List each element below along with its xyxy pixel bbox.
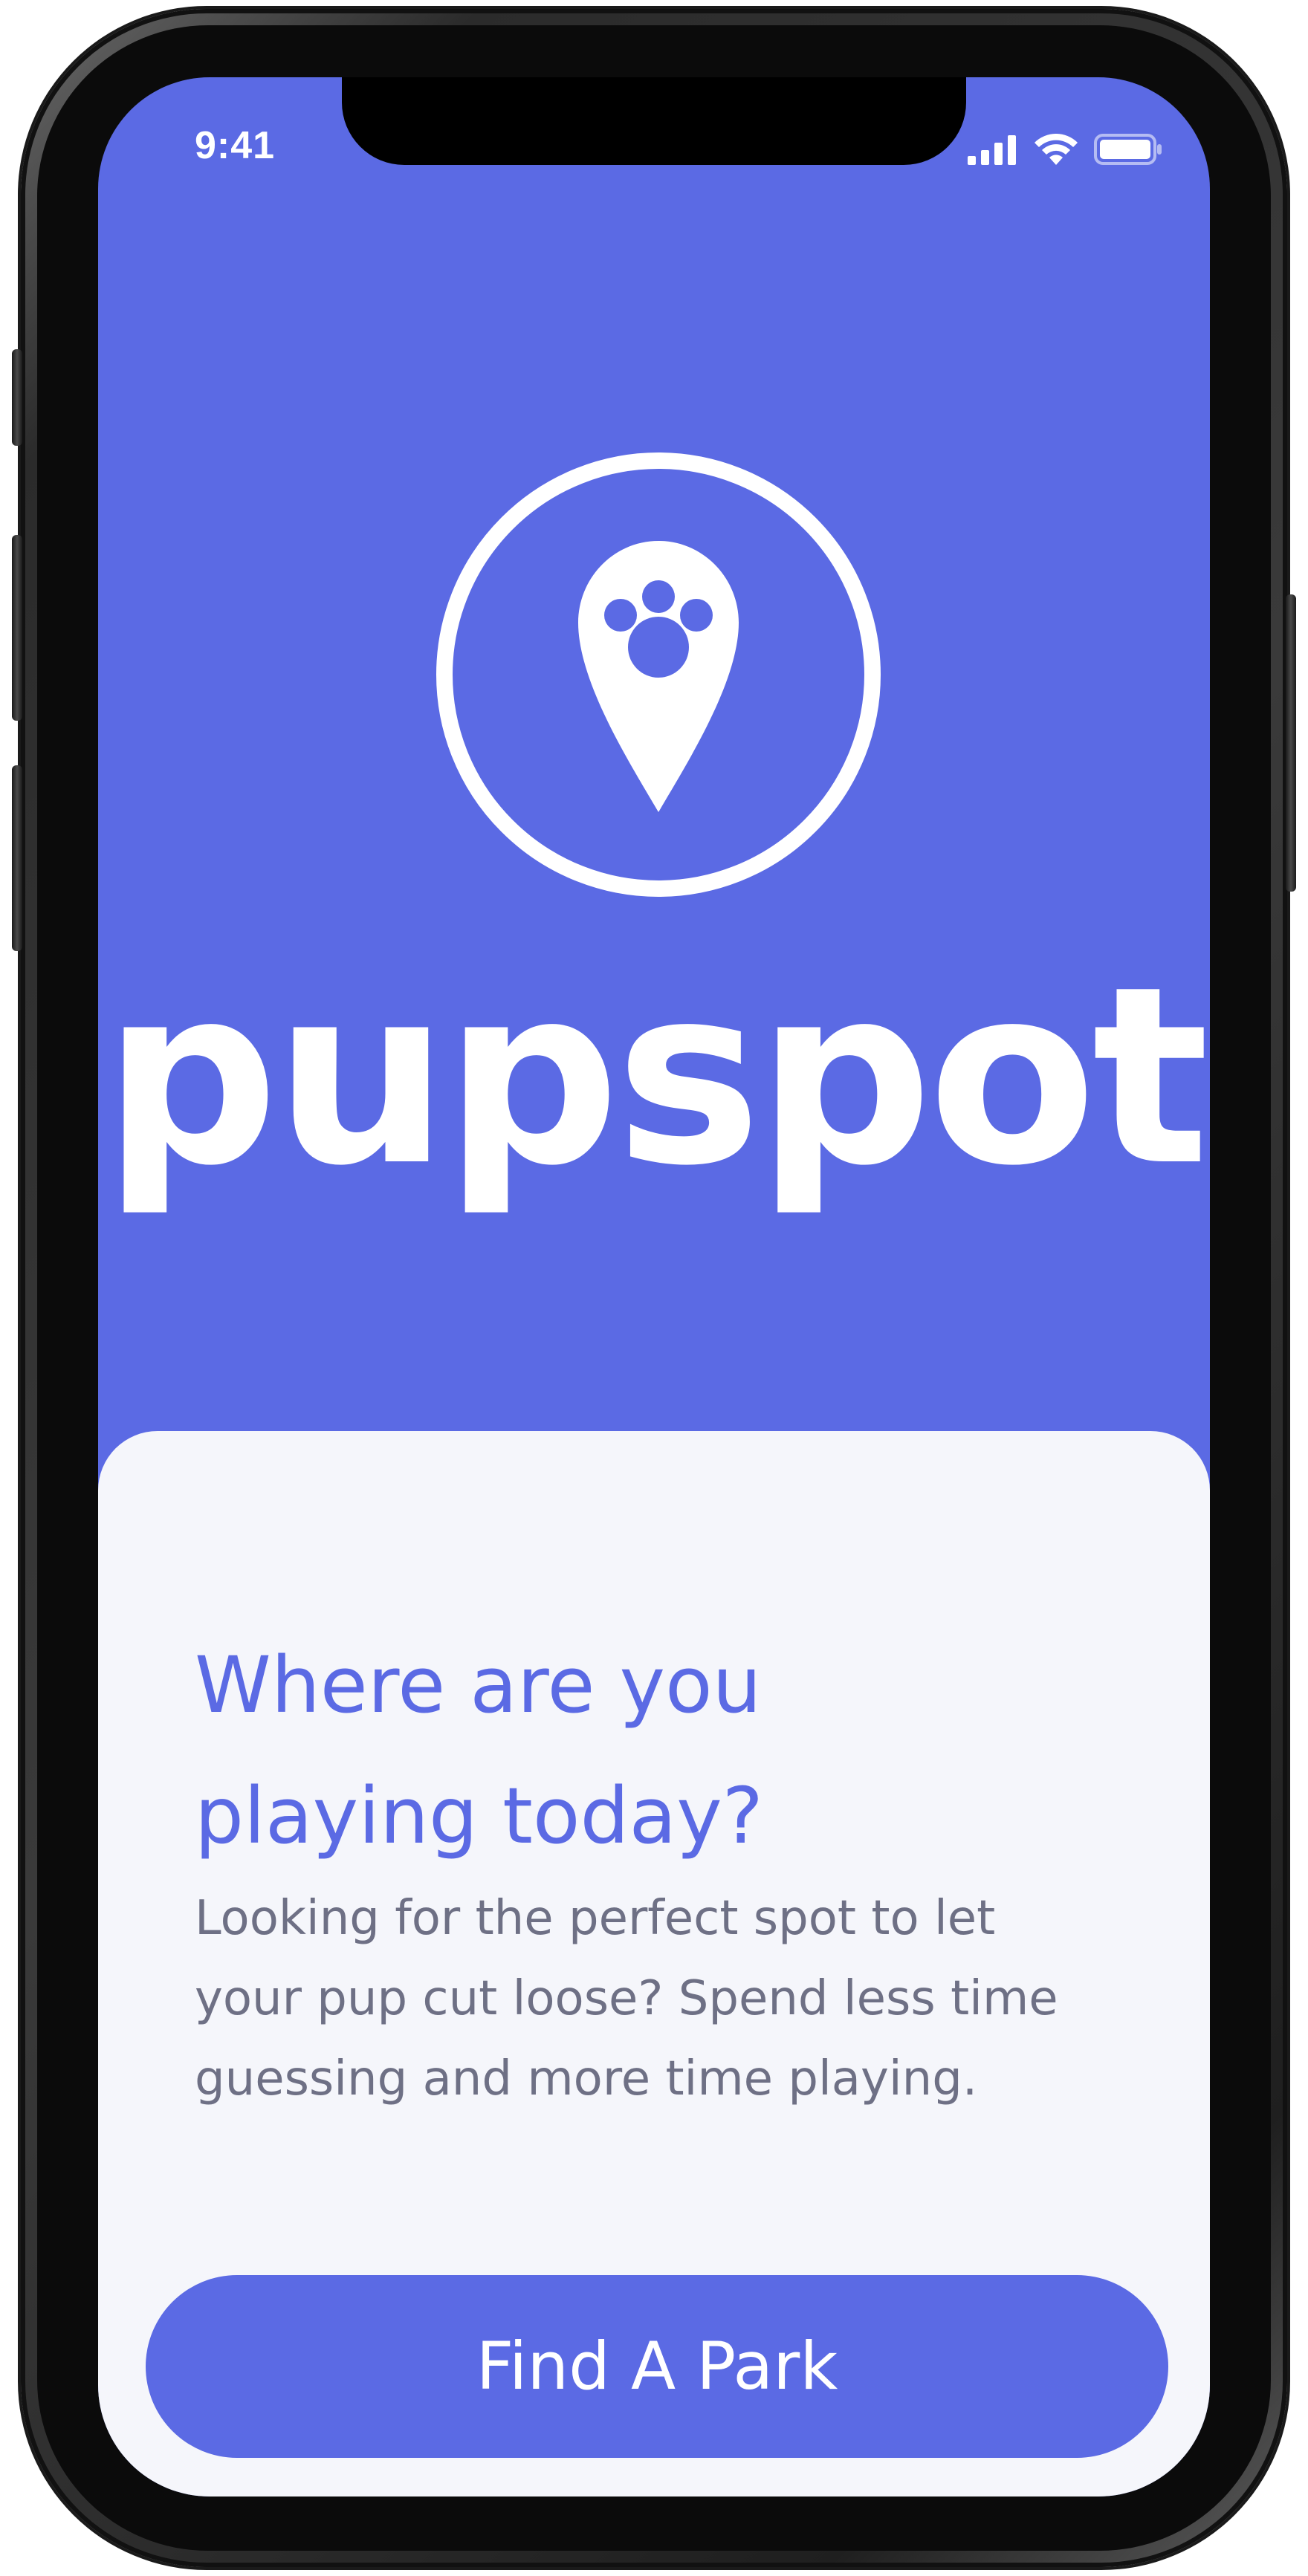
silent-switch: [12, 349, 22, 446]
description-line-3: guessing and more time playing.: [195, 2051, 978, 2106]
cellular-signal-icon: [968, 135, 1016, 165]
battery-icon: [1094, 134, 1162, 165]
app-screen: 9:41 pupspot Where are you playing today…: [98, 77, 1210, 2496]
onboarding-card: Where are you playing today? Looking for…: [98, 1431, 1210, 2496]
volume-up-button: [12, 535, 22, 721]
find-a-park-button[interactable]: Find A Park: [146, 2275, 1168, 2458]
camera-notch: [342, 77, 966, 165]
description-text: Looking for the perfect spot to let your…: [195, 1878, 1161, 2119]
volume-down-button: [12, 765, 22, 951]
status-icons: [968, 129, 1162, 165]
paw-location-pin-icon: [436, 452, 881, 897]
brand-title: pupspot: [103, 934, 1209, 1219]
headline-line-1: Where are you: [195, 1640, 762, 1730]
power-button: [1286, 594, 1296, 892]
wifi-icon: [1035, 134, 1078, 165]
headline: Where are you playing today?: [195, 1620, 1087, 1881]
status-time: 9:41: [195, 124, 276, 167]
description-line-1: Looking for the perfect spot to let: [195, 1891, 996, 1946]
headline-line-2: playing today?: [195, 1771, 763, 1861]
description-line-2: your pup cut loose? Spend less time: [195, 1971, 1058, 2026]
